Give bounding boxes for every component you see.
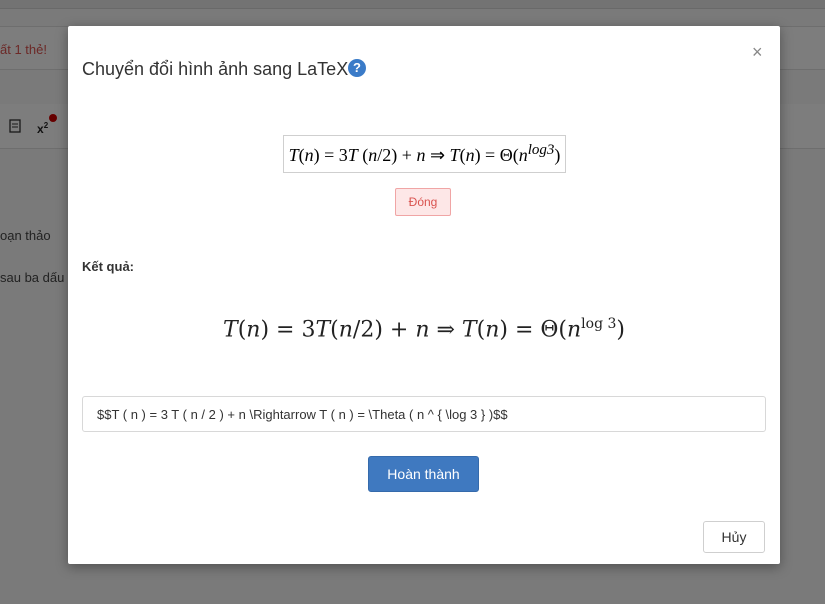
latex-code-input[interactable] <box>82 396 766 432</box>
close-preview-button[interactable]: Đóng <box>395 188 451 216</box>
dialog-title: Chuyển đổi hình ảnh sang LaTeX <box>82 59 349 79</box>
image-preview: T(n) = 3T (n/2) + n ⇒ T(n) = Θ(nlog3) <box>283 135 566 173</box>
done-button[interactable]: Hoàn thành <box>368 456 479 492</box>
latex-convert-dialog: Chuyển đổi hình ảnh sang LaTeX ? × T(n) … <box>68 26 780 564</box>
cancel-button[interactable]: Hủy <box>703 521 765 553</box>
preview-formula: T(n) = 3T (n/2) + n ⇒ T(n) = Θ(nlog3) <box>288 142 561 165</box>
help-icon[interactable]: ? <box>348 59 366 77</box>
rendered-formula: T(n) = 3T(n/2) + n ⇒ T(n) = Θ(nlog 3) <box>223 316 625 343</box>
close-icon[interactable]: × <box>752 42 763 62</box>
result-label: Kết quả: <box>82 259 134 274</box>
